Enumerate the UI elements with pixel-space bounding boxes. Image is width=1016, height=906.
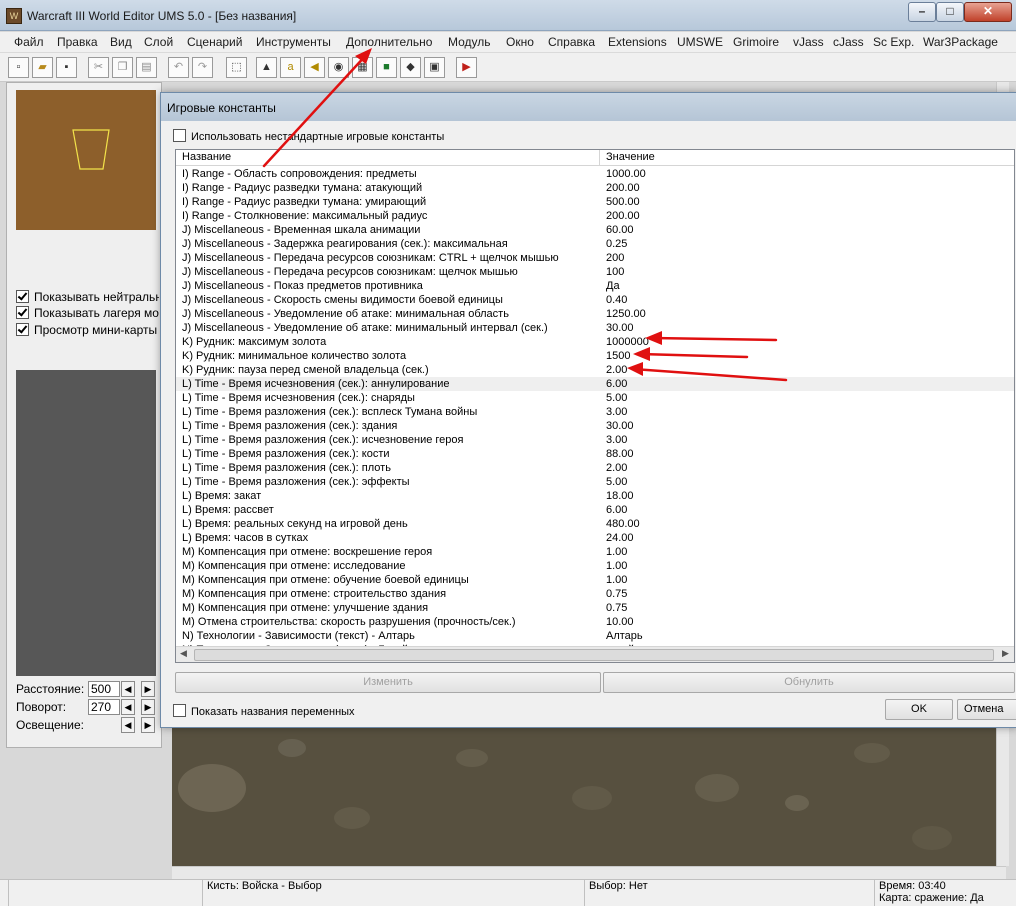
arrow-head-min-gold <box>633 347 650 361</box>
arrow-to-menu <box>262 51 370 168</box>
arrow-max-gold <box>650 336 778 342</box>
arrow-head-max-gold <box>645 331 662 345</box>
annotation-arrows <box>262 48 788 382</box>
arrow-min-gold <box>638 352 749 359</box>
arrow-head-owner-pause <box>627 362 643 376</box>
arrow-head-menu <box>355 48 372 64</box>
arrow-owner-pause <box>632 367 788 382</box>
